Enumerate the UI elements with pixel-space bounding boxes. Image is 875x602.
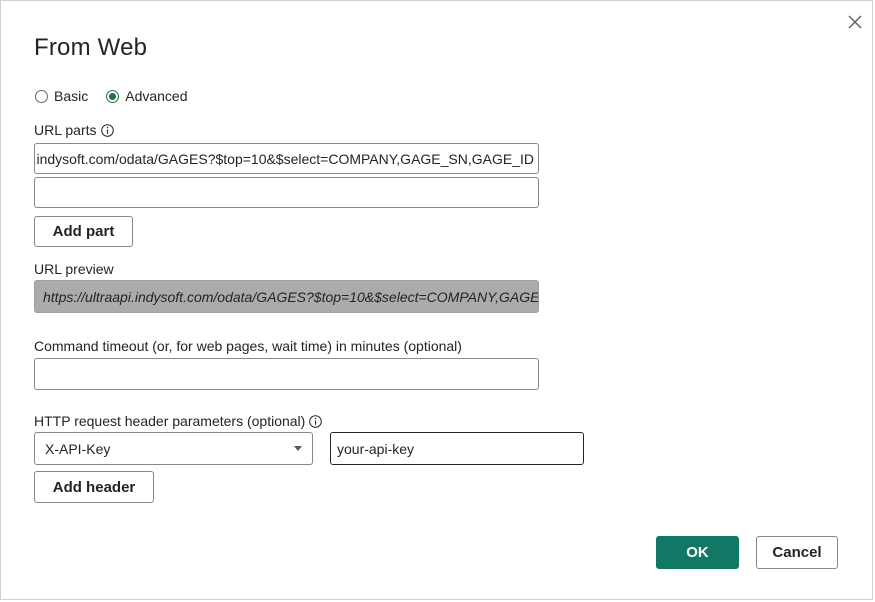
headers-label: HTTP request header parameters (optional…	[34, 413, 306, 429]
advanced-radio[interactable]: Advanced	[106, 88, 188, 104]
info-icon[interactable]	[100, 123, 114, 137]
url-preview-label: URL preview	[34, 261, 114, 277]
url-parts-label: URL parts	[34, 122, 97, 138]
header-key-select[interactable]: X-API-Key	[34, 432, 313, 465]
from-web-dialog: From Web Basic Advanced URL parts https:…	[0, 0, 873, 600]
basic-radio[interactable]: Basic	[35, 88, 88, 104]
basic-radio-circle[interactable]	[35, 89, 48, 103]
url-preview-value: https://ultraapi.indysoft.com/odata/GAGE…	[43, 288, 539, 305]
close-icon[interactable]	[844, 11, 866, 33]
timeout-input[interactable]	[34, 358, 539, 390]
advanced-radio-circle[interactable]	[106, 89, 120, 103]
add-part-button[interactable]: Add part	[34, 216, 133, 247]
header-value-text: your-api-key	[337, 440, 415, 457]
timeout-label: Command timeout (or, for web pages, wait…	[34, 338, 462, 354]
cancel-button[interactable]: Cancel	[756, 536, 838, 569]
header-key-value: X-API-Key	[45, 440, 111, 457]
headers-label-row: HTTP request header parameters (optional…	[34, 412, 323, 430]
url-part-1-input[interactable]: https://ultraapi.indysoft.com/odata/GAGE…	[34, 143, 539, 174]
dialog-title: From Web	[34, 34, 148, 61]
info-icon[interactable]	[309, 414, 323, 428]
url-part-1-value: https://ultraapi.indysoft.com/odata/GAGE…	[35, 150, 534, 167]
advanced-radio-label: Advanced	[125, 88, 188, 104]
basic-radio-label: Basic	[54, 88, 89, 104]
mode-radio-group: Basic Advanced	[35, 86, 206, 106]
chevron-down-icon[interactable]	[294, 446, 302, 451]
ok-button[interactable]: OK	[656, 536, 739, 569]
url-parts-label-row: URL parts	[34, 121, 114, 139]
url-preview-field: https://ultraapi.indysoft.com/odata/GAGE…	[34, 280, 539, 313]
header-value-input[interactable]: your-api-key	[330, 432, 584, 465]
url-part-2-input[interactable]	[34, 177, 539, 208]
add-header-button[interactable]: Add header	[34, 471, 154, 503]
